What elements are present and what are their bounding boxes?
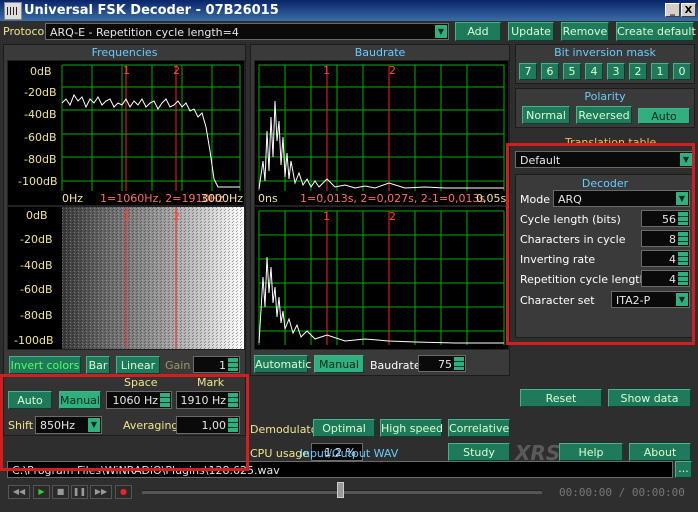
- waterfall-db-0: 0dB: [26, 209, 48, 222]
- spectrum-db-80: -80dB: [24, 153, 57, 166]
- bit-3-button[interactable]: 3: [607, 63, 625, 80]
- waterfall-graph[interactable]: [7, 206, 245, 350]
- baudrate-stepper[interactable]: 75: [418, 355, 466, 372]
- spectrum-db-0: 0dB: [30, 65, 52, 78]
- spectrum-marker-2: 2: [173, 64, 180, 77]
- protocol-label: Protocol: [3, 25, 48, 38]
- invert-colors-button[interactable]: Invert colors: [9, 356, 81, 374]
- window-title: Universal FSK Decoder - 07B26015: [24, 3, 279, 18]
- spectrum-db-60: -60dB: [24, 131, 57, 144]
- manual-baud-button[interactable]: Manual: [314, 355, 364, 373]
- browse-button[interactable]: ...: [675, 461, 692, 478]
- stepper-arrows-icon[interactable]: [228, 358, 238, 371]
- baudrate-value: 75: [438, 358, 452, 371]
- create-default-button[interactable]: Create default: [616, 22, 696, 41]
- waterfall-db-80: -80dB: [20, 309, 53, 322]
- frequencies-title: Frequencies: [91, 46, 158, 59]
- waterfall-db-60: -60dB: [20, 283, 53, 296]
- baudrate-title: Baudrate: [354, 46, 406, 59]
- bit-2-button[interactable]: 2: [629, 63, 647, 80]
- spectrum-db-100: -100dB: [18, 175, 58, 188]
- app-icon: [4, 2, 22, 20]
- show-data-button[interactable]: Show data: [608, 389, 691, 407]
- reset-button[interactable]: Reset: [520, 389, 602, 407]
- remove-button[interactable]: Remove: [561, 22, 609, 41]
- position-slider-thumb[interactable]: [337, 482, 344, 498]
- bit-4-button[interactable]: 4: [585, 63, 603, 80]
- correlative-button[interactable]: Correlative: [448, 419, 510, 437]
- baud-marker-1: 1: [323, 64, 330, 77]
- fast-forward-icon[interactable]: ▶▶: [90, 485, 112, 499]
- polarity-reversed-button[interactable]: Reversed: [576, 106, 632, 124]
- bar-button[interactable]: Bar: [86, 356, 110, 374]
- baud-x-start: 0ns: [258, 192, 278, 205]
- optimal-button[interactable]: Optimal: [313, 419, 375, 437]
- gain-value: 1: [219, 359, 226, 372]
- baud-x-end: 0,05s: [476, 192, 507, 205]
- decoder-highlight-box: [506, 143, 695, 345]
- title-bar: Universal FSK Decoder - 07B26015 _ X: [0, 0, 698, 21]
- gain-label: Gain: [165, 359, 191, 372]
- high-speed-button[interactable]: High speed: [380, 419, 443, 437]
- polarity-auto-button[interactable]: Auto: [638, 108, 690, 124]
- baudrate-histogram-graph[interactable]: [254, 60, 509, 206]
- spectrum-x-end: 3000Hz: [201, 192, 244, 205]
- baud-marker-info: 1=0,013s, 2=0,027s, 2-1=0,013s: [300, 192, 486, 205]
- stop-icon[interactable]: ■: [52, 485, 69, 499]
- minimize-button[interactable]: _: [665, 3, 680, 17]
- tuning-highlight-box: [0, 374, 249, 471]
- baud-marker-2: 2: [389, 64, 396, 77]
- waterfall-db-20: -20dB: [20, 233, 53, 246]
- bit-6-button[interactable]: 6: [541, 63, 559, 80]
- waterfall-marker-1: 1: [123, 210, 130, 223]
- spectrum-db-20: -20dB: [24, 86, 57, 99]
- baudrate-label: Baudrate: [370, 359, 421, 372]
- waterfall-marker-2: 2: [173, 210, 180, 223]
- baudrate-autocorrelation-graph[interactable]: [254, 206, 509, 350]
- polarity-title: Polarity: [584, 90, 626, 103]
- autocorr-marker-1: 1: [323, 210, 330, 223]
- time-display: 00:00:00 / 00:00:00: [559, 486, 685, 499]
- waterfall-plot: [8, 207, 244, 349]
- baudrate-autocorrelation-plot: [258, 210, 505, 345]
- record-icon[interactable]: ●: [115, 485, 132, 499]
- add-button[interactable]: Add: [455, 22, 501, 41]
- automatic-button[interactable]: Automatic: [254, 355, 311, 373]
- chevron-down-icon: ▼: [435, 25, 447, 38]
- bit-5-button[interactable]: 5: [563, 63, 581, 80]
- bit-0-button[interactable]: 0: [673, 63, 691, 80]
- spectrum-marker-1: 1: [123, 64, 130, 77]
- fsk-decoder-window: Universal FSK Decoder - 07B26015 _ X Pro…: [0, 0, 698, 512]
- spectrum-db-40: -40dB: [24, 108, 57, 121]
- demodulator-label: Demodulator: [250, 423, 322, 436]
- protocol-select[interactable]: ARQ-E - Repetition cycle length=4 ▼: [45, 23, 449, 40]
- spectrum-x-start: 0Hz: [62, 192, 84, 205]
- waterfall-db-40: -40dB: [20, 259, 53, 272]
- stepper-arrows-icon[interactable]: [454, 357, 464, 370]
- bit-inversion-title: Bit inversion mask: [554, 46, 656, 59]
- pause-icon[interactable]: ❚❚: [71, 485, 88, 499]
- bit-1-button[interactable]: 1: [651, 63, 669, 80]
- polarity-normal-button[interactable]: Normal: [522, 106, 570, 124]
- gain-stepper[interactable]: 1: [193, 356, 240, 373]
- bit-7-button[interactable]: 7: [519, 63, 537, 80]
- linear-button[interactable]: Linear: [116, 356, 160, 374]
- close-button[interactable]: X: [681, 3, 696, 17]
- autocorr-marker-2: 2: [389, 210, 396, 223]
- waterfall-db-100: -100dB: [14, 334, 54, 347]
- protocol-value: ARQ-E - Repetition cycle length=4: [50, 26, 239, 39]
- baudrate-histogram-plot: [258, 64, 505, 191]
- update-button[interactable]: Update: [508, 22, 554, 41]
- rewind-icon[interactable]: ◀◀: [8, 485, 30, 499]
- play-icon[interactable]: ▶: [33, 485, 50, 499]
